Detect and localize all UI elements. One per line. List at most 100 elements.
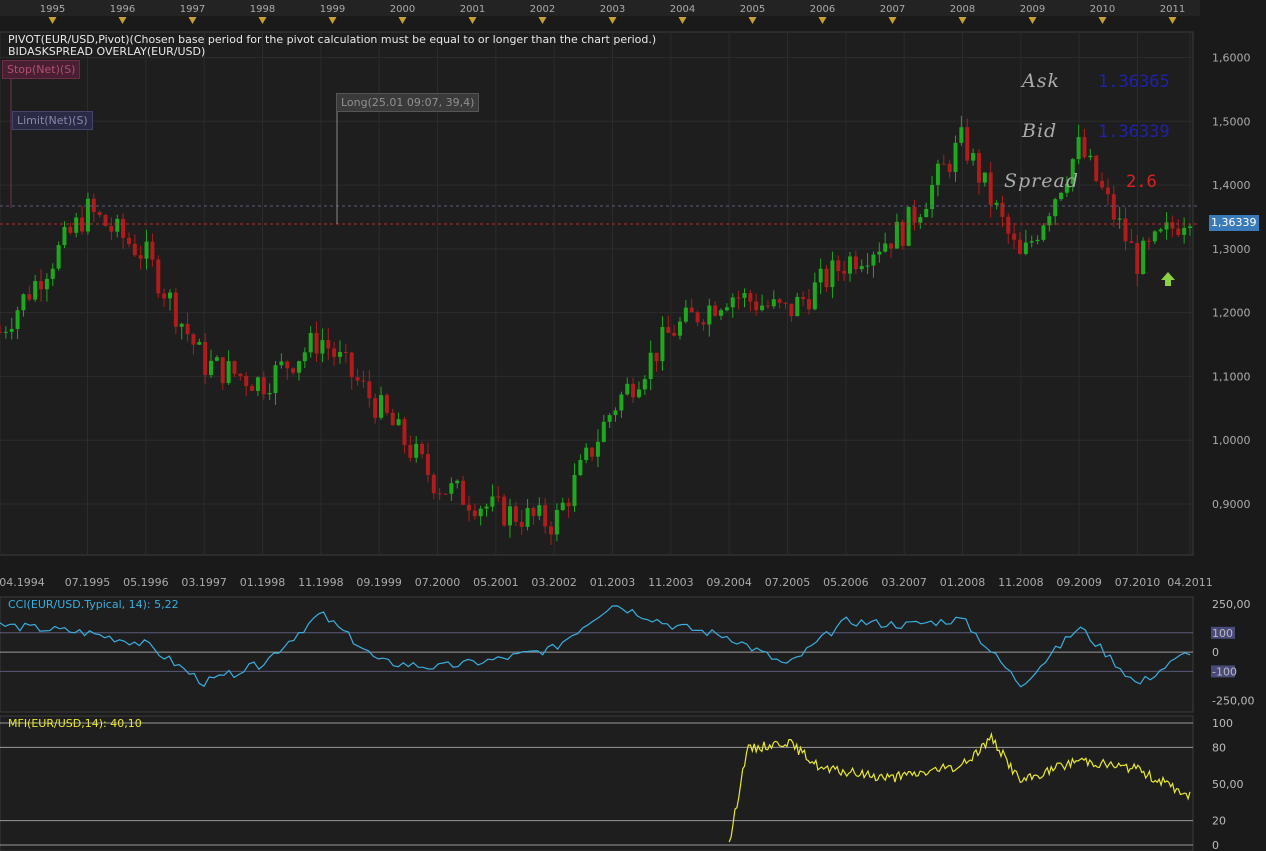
candle-body xyxy=(156,259,161,294)
candle-body xyxy=(519,521,524,527)
candle-body xyxy=(554,509,559,535)
candle-body xyxy=(508,506,512,526)
candle-body xyxy=(959,127,964,143)
candle-body xyxy=(560,502,565,510)
date-tick-label: 05.2001 xyxy=(473,576,519,589)
candle-body xyxy=(918,217,923,223)
date-tick-label: 09.2009 xyxy=(1056,576,1102,589)
year-tick-label: 2003 xyxy=(600,4,625,15)
candle-body xyxy=(279,361,284,366)
candle-body xyxy=(425,454,430,475)
stop-order-label[interactable]: Stop(Net)(S) xyxy=(2,60,81,79)
candle-body xyxy=(355,377,360,381)
candle-body xyxy=(338,352,342,357)
trading-chart[interactable]: 1995 1996 1997 1998 1999 2000 2001 2002 2003 2004… xyxy=(0,0,1266,851)
candle-body xyxy=(513,506,518,522)
year-tick-label: 2006 xyxy=(810,4,835,15)
candle-body xyxy=(976,152,981,183)
candle-body xyxy=(68,226,73,233)
candle-body xyxy=(162,293,167,299)
candle-body xyxy=(414,443,419,458)
candle-body xyxy=(214,357,219,361)
year-tick-label: 2011 xyxy=(1160,4,1185,15)
mfi-tick-label: 100 xyxy=(1212,717,1233,730)
candle-body xyxy=(783,302,788,304)
date-tick-label: 05.2006 xyxy=(823,576,869,589)
cci-tick-label: -100 xyxy=(1212,665,1237,678)
candle-body xyxy=(719,310,724,316)
candle-body xyxy=(1170,222,1175,229)
candle-body xyxy=(1082,137,1087,158)
candle-body xyxy=(801,296,806,300)
candle-body xyxy=(912,207,917,223)
candle-body xyxy=(74,217,79,233)
mfi-tick-label: 50,00 xyxy=(1212,778,1244,791)
candle-body xyxy=(871,254,876,266)
candle-body xyxy=(179,323,184,327)
candle-body xyxy=(197,341,202,345)
ask-value: 1.36365 xyxy=(1098,72,1170,92)
candle-body xyxy=(431,474,436,494)
mfi-panel[interactable] xyxy=(0,715,1194,851)
candle-body xyxy=(1117,218,1122,220)
candle-body xyxy=(1141,240,1146,274)
candle-body xyxy=(678,321,682,336)
candle-body xyxy=(906,207,911,246)
candle-body xyxy=(689,307,694,313)
candle-body xyxy=(1088,155,1093,158)
candle-body xyxy=(285,361,290,369)
candle-body xyxy=(138,255,143,259)
date-tick-label: 03.1997 xyxy=(181,576,227,589)
candle-body xyxy=(853,256,858,270)
date-tick-label: 01.2008 xyxy=(940,576,986,589)
candle-body xyxy=(449,483,454,494)
cci-panel[interactable] xyxy=(0,596,1194,713)
date-tick-label: 11.2003 xyxy=(648,576,694,589)
date-tick-label: 07.2010 xyxy=(1115,576,1161,589)
candle-body xyxy=(771,299,776,307)
candle-body xyxy=(56,245,61,269)
limit-order-label[interactable]: Limit(Net)(S) xyxy=(12,111,93,130)
candle-body xyxy=(900,221,905,246)
candle-body xyxy=(1105,187,1110,195)
candle-body xyxy=(15,310,20,329)
year-tick-label: 2005 xyxy=(740,4,765,15)
candle-body xyxy=(1152,231,1157,242)
candle-body xyxy=(543,505,548,527)
date-tick-label: 07.1995 xyxy=(65,576,111,589)
candle-body xyxy=(314,332,319,354)
candle-body xyxy=(115,218,120,232)
candle-body xyxy=(595,441,600,457)
candle-body xyxy=(795,296,800,317)
candle-body xyxy=(144,241,149,259)
candle-body xyxy=(1094,155,1099,181)
candle-body xyxy=(660,327,665,362)
candle-body xyxy=(894,221,899,249)
candle-body xyxy=(349,352,354,378)
candle-body xyxy=(924,208,929,218)
candle-body xyxy=(455,480,460,484)
price-tick-label: 1,1000 xyxy=(1212,370,1251,383)
main-panel[interactable] xyxy=(0,31,1194,556)
candle-body xyxy=(824,268,829,288)
candle-body xyxy=(80,217,85,232)
candle-body xyxy=(0,331,2,333)
cci-tick-label: 250,00 xyxy=(1212,598,1251,611)
price-tick-label: 1,4000 xyxy=(1212,179,1251,192)
candle-body xyxy=(613,410,618,416)
candle-body xyxy=(1076,137,1081,160)
candle-body xyxy=(39,281,44,290)
candle-body xyxy=(238,373,243,376)
candle-body xyxy=(754,301,759,311)
current-price-tag: 1,36339 xyxy=(1209,215,1259,231)
year-tick-label: 1999 xyxy=(320,4,345,15)
candle-body xyxy=(384,395,389,413)
candle-body xyxy=(373,398,378,418)
candle-body xyxy=(27,294,32,300)
date-tick-label: 09.1999 xyxy=(356,576,402,589)
candle-body xyxy=(1035,239,1040,242)
candle-body xyxy=(683,307,688,322)
candle-body xyxy=(666,327,671,333)
long-position-label[interactable]: Long(25.01 09:07, 39,4) xyxy=(336,93,480,112)
candle-body xyxy=(607,415,612,422)
